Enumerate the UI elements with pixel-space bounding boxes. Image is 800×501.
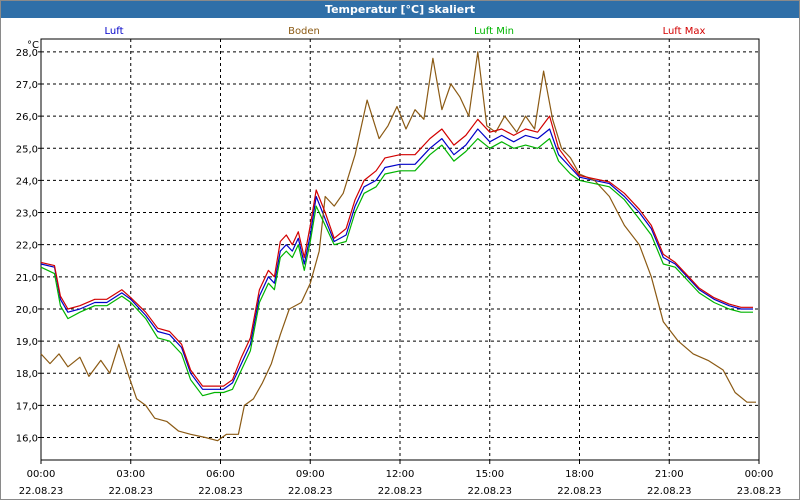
y-tick-label: 21,0: [16, 273, 38, 284]
y-tick-label: 18,0: [16, 369, 38, 380]
y-tick-label: 20,0: [16, 305, 38, 316]
y-tick-label: 27,0: [16, 80, 38, 91]
legend-entry: Luft: [105, 26, 124, 37]
y-tick-label: 26,0: [16, 112, 38, 123]
x-tick-date: 22.08.23: [19, 486, 64, 497]
legend-entry: Luft Max: [663, 26, 706, 37]
x-tick-time: 03:00: [116, 469, 145, 480]
x-tick-time: 15:00: [475, 469, 504, 480]
x-tick-date: 22.08.23: [198, 486, 243, 497]
series-line: [40, 115, 753, 387]
grid: [41, 39, 759, 460]
series-line: [40, 138, 753, 397]
y-tick-label: 16,0: [16, 434, 38, 445]
series-line: [40, 51, 756, 442]
legend: Luft Boden Luft Min Luft Max: [105, 26, 706, 37]
series-line: [40, 128, 753, 390]
y-tick-label: 23,0: [16, 209, 38, 220]
x-tick-time: 21:00: [655, 469, 684, 480]
x-tick-date: 22.08.23: [467, 486, 512, 497]
y-tick-label: 25,0: [16, 144, 38, 155]
y-tick-label: 24,0: [16, 176, 38, 187]
y-tick-label: 28,0: [16, 48, 38, 59]
x-tick-time: 09:00: [296, 469, 325, 480]
x-tick-time: 06:00: [206, 469, 235, 480]
x-tick-date: 22.08.23: [288, 486, 333, 497]
x-tick-time: 18:00: [565, 469, 594, 480]
y-axis-ticks: 16,0 17,0 18,0 19,0 20,0 21,0 22,0 23,0 24,0 25,0…: [16, 48, 41, 445]
x-tick-date: 22.08.23: [557, 486, 602, 497]
x-tick-date: 23.08.23: [737, 486, 782, 497]
legend-entry: Boden: [288, 26, 320, 37]
y-tick-label: 17,0: [16, 401, 38, 412]
x-tick-date: 22.08.23: [108, 486, 153, 497]
x-axis-ticks: 00:00 22.08.23 03:00 22.08.23 06:00 22.08.23 0…: [19, 460, 782, 497]
chart-window: Temperatur [°C] skaliert Luft Boden Luft M…: [0, 0, 800, 500]
series-lines: [40, 51, 756, 442]
x-tick-date: 22.08.23: [647, 486, 692, 497]
x-tick-time: 12:00: [386, 469, 415, 480]
y-tick-label: 22,0: [16, 241, 38, 252]
x-tick-time: 00:00: [27, 469, 56, 480]
y-tick-label: 19,0: [16, 337, 38, 348]
legend-entry: Luft Min: [474, 26, 514, 37]
x-tick-time: 00:00: [745, 469, 774, 480]
temperature-chart: Luft Boden Luft Min Luft Max °C 16,017,018,…: [16, 26, 782, 497]
x-tick-date: 22.08.23: [378, 486, 423, 497]
